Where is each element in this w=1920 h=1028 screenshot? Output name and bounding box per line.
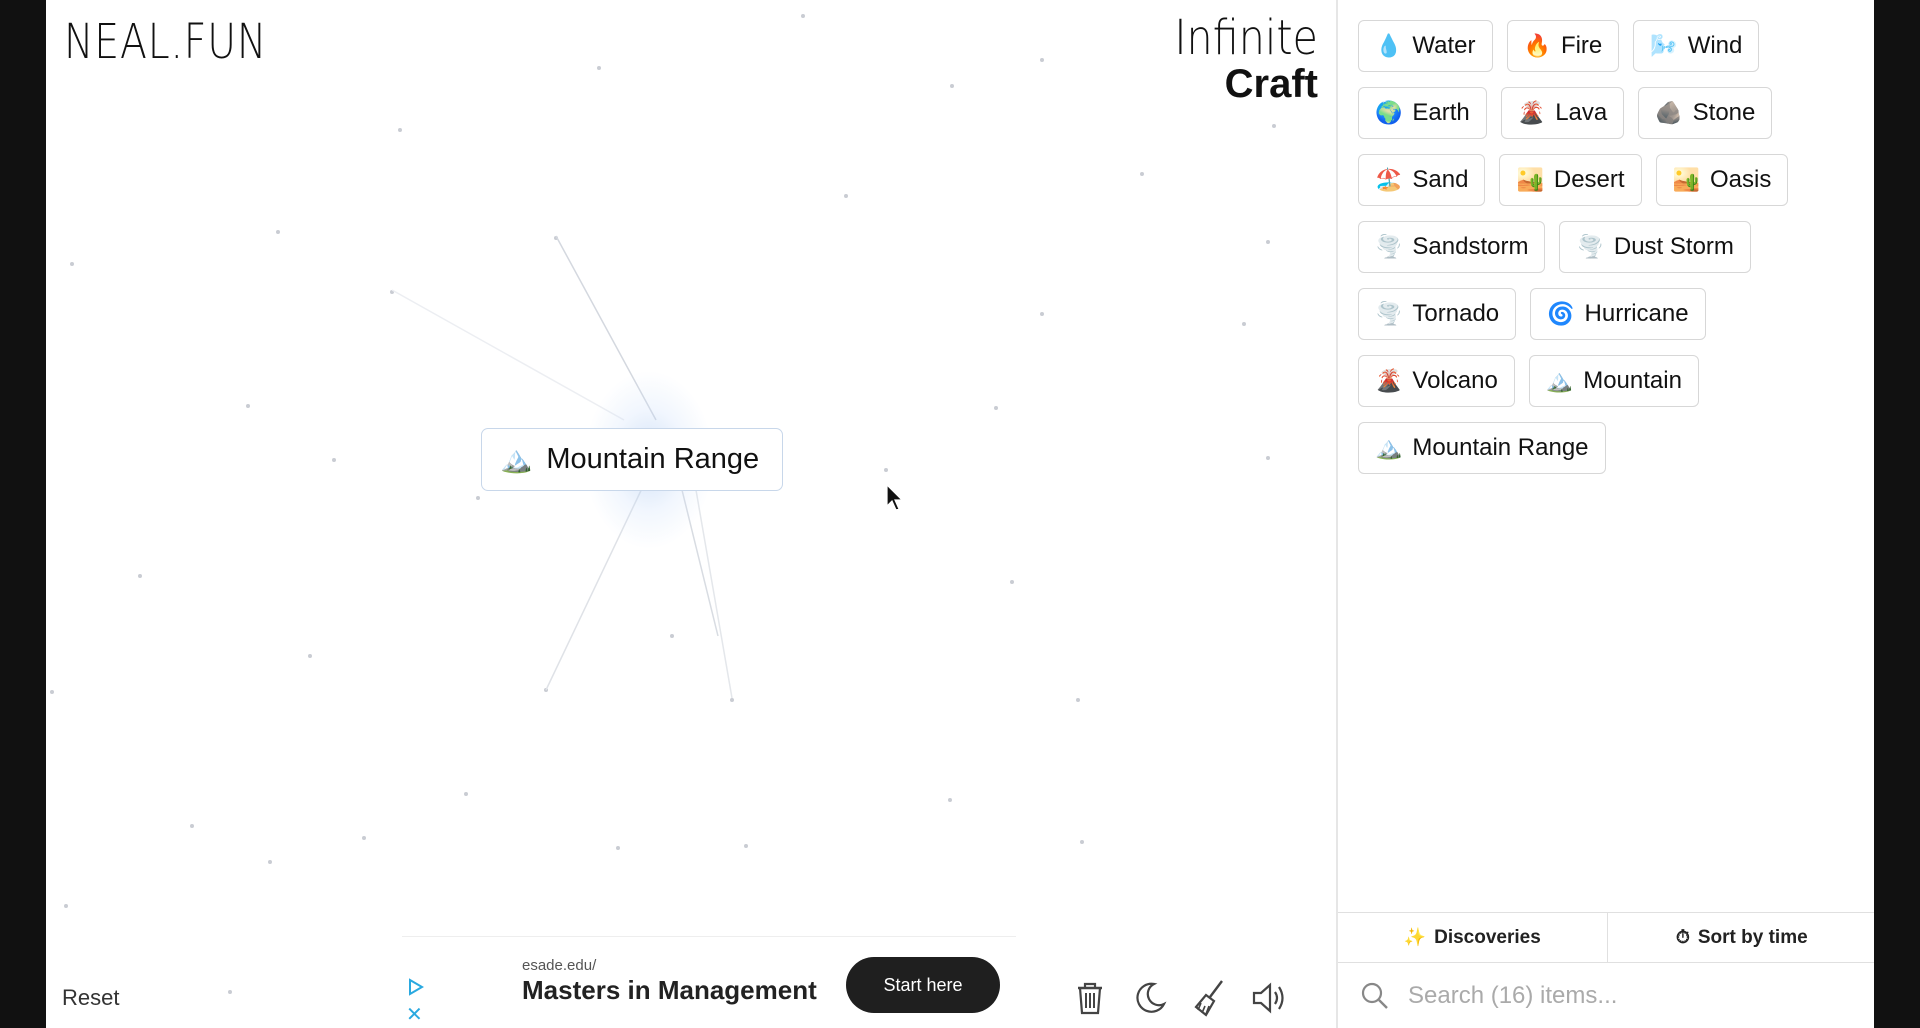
broom-icon[interactable] — [1190, 978, 1230, 1018]
sidebar-item[interactable]: 🌬️ Wind — [1633, 20, 1760, 72]
item-label: Tornado — [1412, 300, 1500, 327]
tab-sort-by-time[interactable]: ⏱ Sort by time — [1606, 913, 1875, 962]
item-label: Mountain Range — [1412, 434, 1589, 461]
item-emoji-icon: 🏖️ — [1375, 167, 1403, 192]
sidebar-item[interactable]: 🌀 Hurricane — [1530, 288, 1706, 340]
ad-cta-button[interactable]: Start here — [846, 957, 1000, 1013]
sidebar-item[interactable]: 🌪️ Tornado — [1358, 288, 1517, 340]
sidebar-item[interactable]: 🪨 Stone — [1638, 87, 1773, 139]
sidebar-item[interactable]: 🏖️ Sand — [1358, 154, 1486, 206]
canvas-item-label: Mountain Range — [546, 443, 760, 475]
search-input[interactable] — [1406, 980, 1850, 1011]
sidebar-item[interactable]: 🏔️ Mountain — [1528, 355, 1699, 407]
item-emoji-icon: 🔥 — [1523, 33, 1551, 58]
item-emoji-icon: 🏜️ — [1672, 167, 1700, 192]
speaker-icon[interactable] — [1250, 978, 1290, 1018]
moon-icon[interactable] — [1130, 978, 1170, 1018]
item-label: Oasis — [1709, 166, 1772, 193]
item-label: Dust Storm — [1613, 233, 1734, 260]
ad-headline[interactable]: Masters in Management — [522, 975, 817, 1006]
search-bar — [1338, 963, 1874, 1028]
sidebar-item[interactable]: 🌪️ Dust Storm — [1559, 221, 1751, 273]
item-emoji-icon: 🏜️ — [1516, 167, 1544, 192]
search-icon — [1361, 982, 1388, 1009]
item-label: Earth — [1412, 99, 1470, 126]
sidebar-item[interactable]: 🏜️ Desert — [1499, 154, 1642, 206]
item-label: Stone — [1692, 99, 1756, 126]
item-emoji-icon: 🌀 — [1547, 301, 1575, 326]
tab-discoveries[interactable]: ✨ Discoveries — [1338, 913, 1607, 962]
sidebar-tabs: ✨ Discoveries ⏱ Sort by time — [1338, 912, 1874, 963]
item-label: Fire — [1560, 32, 1603, 59]
sparkles-icon: ✨ — [1403, 927, 1427, 947]
sidebar-item[interactable]: 💧 Water — [1358, 20, 1493, 72]
item-label: Sandstorm — [1412, 233, 1529, 260]
app-frame: NEAL.FUN Infinite Craft 🏔️ Mountain Rang… — [46, 0, 1874, 1028]
item-emoji-icon: 🌋 — [1517, 100, 1546, 125]
ad-choices-icon[interactable] — [406, 977, 426, 997]
timer-icon: ⏱ — [1675, 927, 1690, 947]
sidebar-item[interactable]: 🌍 Earth — [1358, 87, 1487, 139]
item-emoji-icon: 🏔️ — [1545, 368, 1574, 393]
ad-banner[interactable]: ✕ esade.edu/ Masters in Management Start… — [402, 936, 1016, 1028]
item-emoji-icon: 🌪️ — [1375, 234, 1403, 259]
canvas-toolbar — [1070, 976, 1290, 1020]
mountain-icon: 🏔️ — [500, 444, 533, 474]
item-emoji-icon: 🌪️ — [1576, 234, 1604, 259]
item-emoji-icon: 🌍 — [1375, 100, 1403, 125]
item-emoji-icon: 🌪️ — [1375, 301, 1403, 326]
ad-url: esade.edu/ — [522, 957, 597, 974]
item-emoji-icon: 🌬️ — [1650, 33, 1678, 58]
tab-label: Discoveries — [1434, 926, 1541, 948]
tab-label: Sort by time — [1697, 926, 1808, 948]
item-emoji-icon: 🪨 — [1655, 100, 1683, 125]
item-label: Wind — [1687, 32, 1743, 59]
canvas-item-mountain-range[interactable]: 🏔️ Mountain Range — [481, 428, 783, 491]
sidebar-item[interactable]: 🌋 Volcano — [1358, 355, 1515, 407]
item-emoji-icon: 🏔️ — [1375, 435, 1403, 460]
item-label: Mountain — [1583, 367, 1682, 394]
mouse-cursor-icon — [886, 484, 904, 511]
item-label: Sand — [1412, 166, 1469, 193]
item-label: Hurricane — [1584, 300, 1689, 327]
item-label: Volcano — [1412, 367, 1498, 394]
sidebar-item[interactable]: 🌋 Lava — [1500, 87, 1625, 139]
item-label: Water — [1412, 32, 1476, 59]
sidebar-item[interactable]: 🏔️ Mountain Range — [1358, 422, 1606, 474]
item-emoji-icon: 🌋 — [1375, 368, 1403, 393]
infinite-craft-logo: Infinite Craft — [1151, 14, 1318, 104]
sidebar-item[interactable]: 🏜️ Oasis — [1655, 154, 1789, 206]
craft-canvas[interactable]: NEAL.FUN Infinite Craft 🏔️ Mountain Rang… — [46, 0, 1336, 1028]
ad-close-icon[interactable]: ✕ — [406, 1005, 423, 1025]
sidebar-item[interactable]: 🔥 Fire — [1506, 20, 1620, 72]
neal-fun-logo[interactable]: NEAL.FUN — [64, 14, 267, 70]
item-emoji-icon: 💧 — [1375, 33, 1403, 58]
reset-button[interactable]: Reset — [62, 985, 119, 1011]
sidebar-item[interactable]: 🌪️ Sandstorm — [1358, 221, 1546, 273]
items-list: 💧 Water 🔥 Fire 🌬️ Wind 🌍 Earth 🌋 Lava 🪨 Stone 🏖️ Sand… — [1358, 20, 1868, 474]
items-sidebar: 💧 Water 🔥 Fire 🌬️ Wind 🌍 Earth 🌋 Lava 🪨 Stone 🏖️ Sand… — [1336, 0, 1874, 1028]
logo-infinite-text: Infinite — [1174, 10, 1318, 66]
trash-icon[interactable] — [1070, 978, 1110, 1018]
logo-craft-text: Craft — [1224, 62, 1318, 106]
item-label: Desert — [1553, 166, 1625, 193]
item-label: Lava — [1555, 99, 1608, 126]
